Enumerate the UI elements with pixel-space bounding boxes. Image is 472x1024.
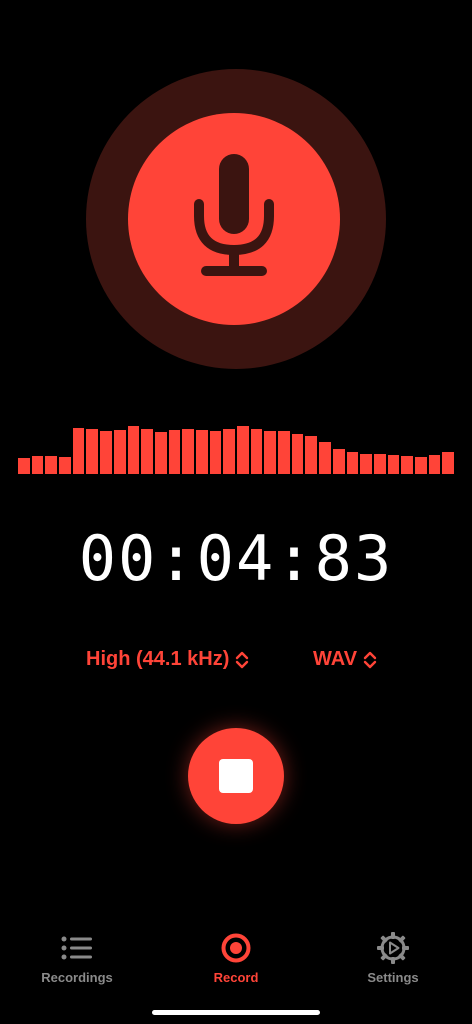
- format-selector[interactable]: WAV: [313, 648, 377, 671]
- waveform-bar: [278, 431, 290, 474]
- waveform-bar: [414, 457, 427, 474]
- waveform-bar: [113, 430, 126, 474]
- tab-recordings[interactable]: Recordings: [17, 928, 137, 985]
- waveform-bar: [59, 456, 71, 474]
- waveform-bar: [237, 426, 249, 474]
- tab-label: Settings: [367, 970, 419, 985]
- waveform-bar: [305, 436, 318, 474]
- waveform-bar: [223, 428, 235, 474]
- waveform-bar: [332, 449, 345, 474]
- waveform-bar: [264, 430, 277, 474]
- format-selectors: High (44.1 kHz) WAV: [0, 648, 472, 678]
- tab-bar: Recordings Record Settings: [0, 928, 472, 998]
- tab-label: Record: [213, 970, 259, 985]
- waveform-bar: [360, 454, 372, 474]
- tab-record[interactable]: Record: [176, 928, 296, 985]
- stop-button[interactable]: [188, 728, 284, 824]
- waveform-bar: [18, 457, 30, 474]
- tab-label: Recordings: [41, 970, 113, 985]
- waveform-bar: [195, 429, 208, 474]
- waveform-bar: [31, 456, 44, 474]
- waveform-bar: [100, 431, 112, 474]
- chevron-up-down-icon: [363, 650, 377, 670]
- waveform-bar: [86, 428, 99, 474]
- waveform-bar: [319, 441, 331, 474]
- chevron-up-down-icon: [235, 650, 249, 670]
- quality-selector[interactable]: High (44.1 kHz): [86, 648, 249, 671]
- list-icon: [61, 928, 93, 968]
- tab-settings[interactable]: Settings: [333, 928, 453, 985]
- waveform-bar: [442, 451, 454, 474]
- quality-label: High (44.1 kHz): [86, 648, 230, 670]
- audio-waveform: [18, 420, 454, 474]
- waveform-bar: [209, 431, 222, 474]
- waveform-bar: [127, 425, 140, 474]
- waveform-bar: [428, 455, 441, 474]
- waveform-bar: [387, 455, 400, 474]
- waveform-bar: [182, 429, 194, 474]
- format-label: WAV: [313, 648, 358, 670]
- stop-icon: [219, 759, 253, 793]
- recording-timer: 00:04:83: [78, 522, 394, 595]
- gear-icon: [376, 928, 410, 968]
- waveform-bar: [154, 431, 167, 474]
- waveform-bar: [250, 429, 263, 474]
- waveform-bar: [401, 456, 413, 474]
- record-icon: [220, 928, 252, 968]
- waveform-bar: [72, 427, 85, 474]
- microphone-icon: [189, 154, 279, 284]
- waveform-bar: [291, 433, 304, 474]
- waveform-bar: [45, 456, 58, 474]
- waveform-bar: [168, 429, 181, 474]
- waveform-bar: [346, 451, 359, 474]
- waveform-bar: [141, 428, 153, 474]
- waveform-bar: [373, 454, 386, 474]
- mic-button[interactable]: [128, 113, 340, 325]
- home-indicator: [152, 1010, 320, 1015]
